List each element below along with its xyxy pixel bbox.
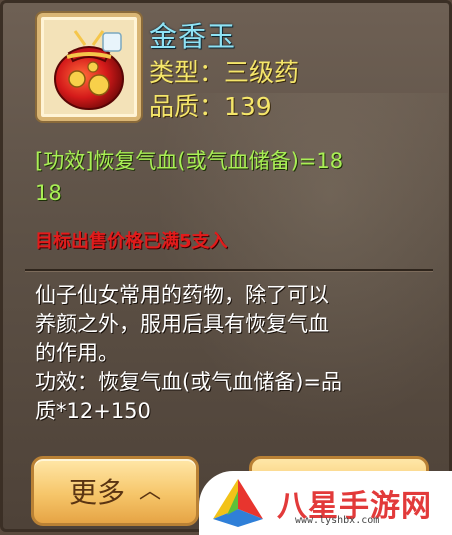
item-tooltip-panel: 金香玉 类型：三级药 品质：139 [功效]恢复气血(或气血储备)=18 18 … — [0, 0, 452, 535]
description-line: 功效：恢复气血(或气血储备)=品 — [35, 370, 342, 394]
warning-text: 目标出售价格已满5支入 — [35, 231, 228, 252]
item-icon-frame[interactable] — [37, 13, 141, 121]
watermark-logo-icon — [213, 479, 263, 527]
description-line: 的作用。 — [35, 341, 119, 365]
description-line: 质*12+150 — [35, 399, 151, 423]
item-name: 金香玉 — [149, 20, 237, 53]
item-quality: 品质：139 — [149, 92, 272, 121]
effect-value: 18 — [35, 181, 62, 205]
more-button-label: 更多 — [68, 476, 125, 509]
chevron-up-icon: ︿ — [139, 479, 162, 504]
item-description: 仙子仙女常用的药物，除了可以 养颜之外，服用后具有恢复气血 的作用。 功效：恢复… — [35, 281, 435, 426]
watermark-url: www.lyshbx.com — [295, 515, 380, 526]
divider — [25, 269, 433, 271]
description-line: 养颜之外，服用后具有恢复气血 — [35, 312, 329, 336]
description-line: 仙子仙女常用的药物，除了可以 — [35, 283, 329, 307]
item-type: 类型：三级药 — [149, 58, 300, 87]
more-button[interactable]: 更多 ︿ — [31, 456, 199, 526]
effect-text: [功效]恢复气血(或气血储备)=18 — [35, 149, 344, 173]
item-effect: [功效]恢复气血(或气血储备)=18 18 — [35, 145, 435, 209]
medicine-pouch-icon — [54, 30, 124, 110]
watermark: 八星手游网 www.lyshbx.com — [199, 471, 452, 535]
